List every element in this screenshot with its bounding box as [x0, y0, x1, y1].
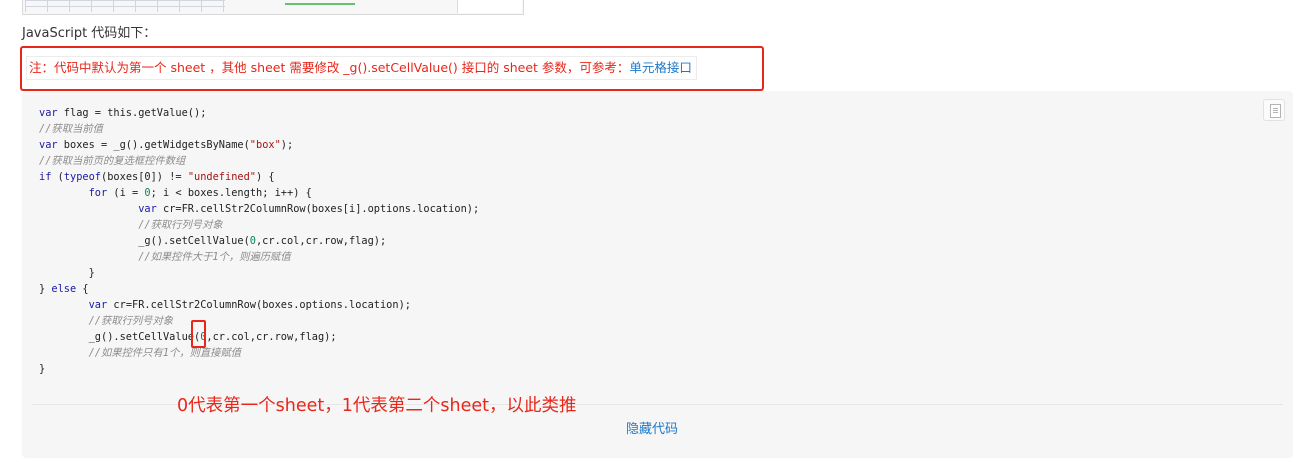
preview-side-box	[457, 0, 522, 13]
code-line: //获取行列号对象	[39, 315, 174, 327]
sheet-index-annotation: 0代表第一个sheet，1代表第二个sheet，以此类推	[177, 396, 577, 416]
code-block: var flag = this.getValue(); //获取当前值 var bo…	[39, 105, 479, 377]
code-line: var cr=FR.cellStr2ColumnRow(boxes.option…	[88, 299, 411, 311]
code-line: var cr=FR.cellStr2ColumnRow(boxes[i].opt…	[138, 203, 480, 215]
code-line: //获取当前页的复选框控件数组	[39, 155, 186, 167]
note-text: 注：代码中默认为第一个 sheet ，其他 sheet 需要修改 _g().se…	[29, 60, 630, 75]
code-line: //如果控件只有1个，则直接赋值	[39, 347, 242, 359]
spreadsheet-preview-strip	[22, 0, 524, 15]
copy-code-button[interactable]	[1263, 99, 1285, 121]
code-line: _g().setCellValue(0,cr.col,cr.row,flag);	[39, 235, 387, 247]
hide-code-link[interactable]: 隐藏代码	[626, 418, 678, 437]
preview-green-mark	[285, 3, 355, 5]
code-line: _g().setCellValue(0,cr.col,cr.row,flag);	[39, 331, 337, 343]
code-line: } else {	[39, 283, 89, 295]
code-line: var flag = this.getValue();	[39, 107, 207, 119]
copy-icon	[1270, 104, 1281, 118]
sheet-param-highlight	[191, 320, 206, 348]
code-line: if (typeof(boxes[0]) != "undefined") {	[39, 171, 275, 183]
code-line: for (i = 0; i < boxes.length; i++) {	[88, 187, 312, 199]
sheet-grid-preview	[25, 0, 225, 12]
code-line: var boxes = _g().getWidgetsByName("box")…	[39, 139, 294, 151]
note-callout: 注：代码中默认为第一个 sheet ，其他 sheet 需要修改 _g().se…	[26, 56, 697, 80]
code-line: //获取行列号对象	[39, 219, 223, 231]
code-line: //如果控件大于1个，则遍历赋值	[39, 251, 291, 263]
cell-api-link[interactable]: 单元格接口	[629, 60, 692, 75]
code-line: }	[39, 267, 95, 279]
intro-text: JavaScript 代码如下：	[22, 26, 157, 41]
code-line: }	[39, 363, 46, 375]
code-line: //获取当前值	[39, 123, 103, 135]
